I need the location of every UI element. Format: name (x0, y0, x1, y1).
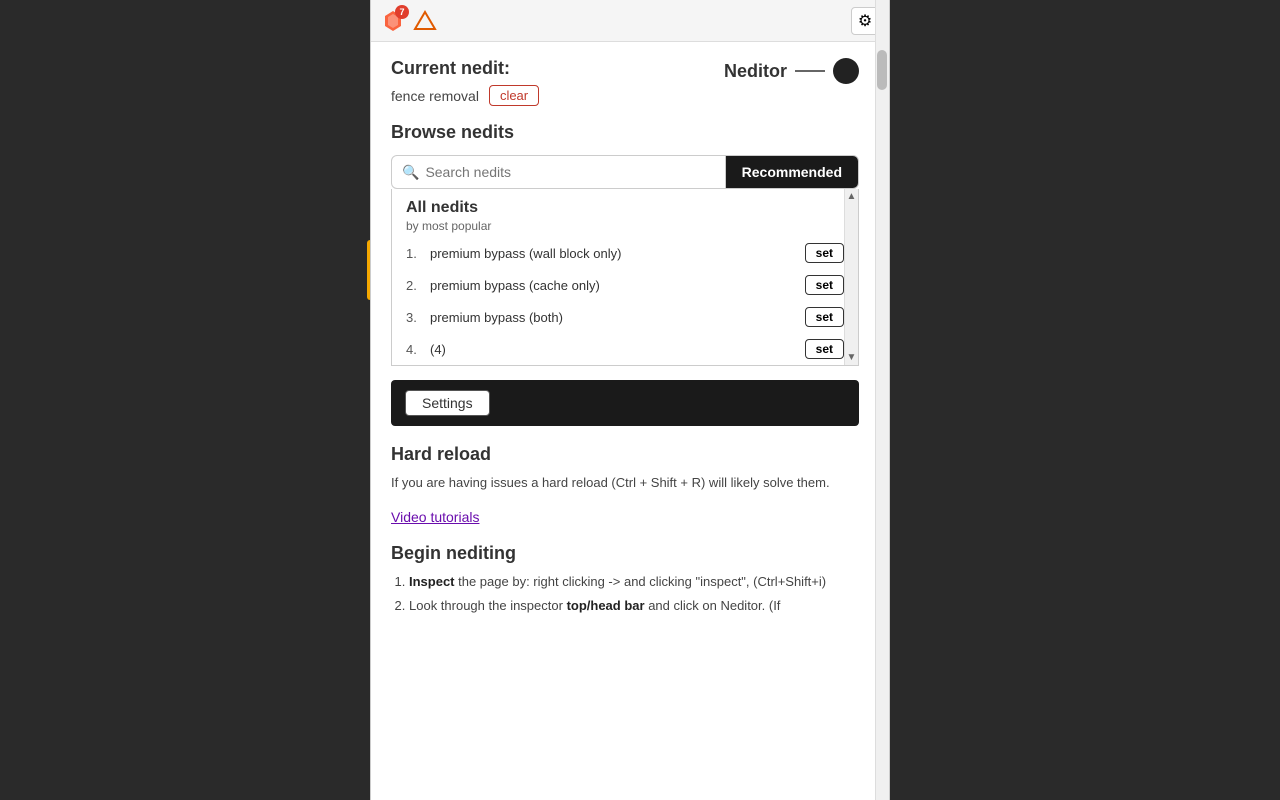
hard-reload-section: Hard reload If you are having issues a h… (391, 444, 859, 493)
item-number: 4. (406, 342, 424, 357)
set-button-0[interactable]: set (805, 243, 844, 263)
current-nedit-value: fence removal (391, 88, 479, 104)
item-number: 1. (406, 246, 424, 261)
begin-step-1: Inspect the page by: right clicking -> a… (409, 572, 859, 593)
neditor-line-icon (795, 70, 825, 72)
current-nedit-section: Current nedit: fence removal clear Nedit… (391, 58, 859, 106)
panel-scrollbar-thumb (877, 50, 887, 90)
panel-content: Current nedit: fence removal clear Nedit… (371, 42, 889, 800)
item-name: premium bypass (cache only) (430, 278, 799, 293)
neditor-text: Neditor (724, 61, 787, 82)
settings-button[interactable]: Settings (405, 390, 490, 416)
settings-section: Settings (391, 380, 859, 426)
gear-icon: ⚙ (858, 11, 872, 31)
panel-scrollbar[interactable] (875, 0, 889, 800)
set-button-2[interactable]: set (805, 307, 844, 327)
browse-section: Browse nedits 🔍 Recommended ▲ (391, 122, 859, 366)
all-nedits-title: All nedits (406, 199, 844, 217)
hard-reload-description: If you are having issues a hard reload (… (391, 473, 859, 493)
list-item: 2. premium bypass (cache only) set (392, 269, 858, 301)
item-name: (4) (430, 342, 799, 357)
browse-title: Browse nedits (391, 122, 859, 143)
begin-step-2: Look through the inspector top/head bar … (409, 596, 859, 617)
set-button-1[interactable]: set (805, 275, 844, 295)
list-area: ▲ ▼ All nedits by most popular 1. premiu… (391, 189, 859, 366)
set-button-3[interactable]: set (805, 339, 844, 359)
begin-nediting-title: Begin nediting (391, 543, 859, 564)
video-tutorials-link[interactable]: Video tutorials (391, 509, 859, 525)
recommended-button[interactable]: Recommended (726, 156, 858, 188)
search-input-wrapper: 🔍 (392, 156, 726, 188)
item-number: 2. (406, 278, 424, 293)
current-nedit-title: Current nedit: (391, 58, 539, 79)
neditor-label: Neditor (724, 58, 859, 84)
list-item: 4. (4) set (392, 333, 858, 365)
item-number: 3. (406, 310, 424, 325)
current-nedit-value-row: fence removal clear (391, 85, 539, 106)
search-area: 🔍 Recommended (391, 155, 859, 189)
list-scrollbar[interactable]: ▲ ▼ (844, 189, 858, 365)
neditor-circle-icon (833, 58, 859, 84)
list-header: All nedits by most popular (392, 189, 858, 237)
clear-button[interactable]: clear (489, 85, 539, 106)
search-input-row: 🔍 Recommended (392, 156, 858, 188)
extension-panel: 7 ⚙ Current nedit: fence removal (370, 0, 890, 800)
settings-bar: Settings (391, 380, 859, 426)
by-popular-label: by most popular (406, 219, 844, 233)
begin-nediting-list: Inspect the page by: right clicking -> a… (391, 572, 859, 618)
list-item: 1. premium bypass (wall block only) set (392, 237, 858, 269)
brave-badge: 7 (395, 5, 409, 19)
item-name: premium bypass (wall block only) (430, 246, 799, 261)
search-icon: 🔍 (402, 164, 419, 181)
begin-nediting-section: Begin nediting Inspect the page by: righ… (391, 543, 859, 618)
item-name: premium bypass (both) (430, 310, 799, 325)
search-input[interactable] (425, 156, 714, 188)
brave-icon: 7 (381, 9, 405, 33)
triangle-icon (413, 9, 437, 33)
list-item: 3. premium bypass (both) set (392, 301, 858, 333)
scrollbar-down-arrow[interactable]: ▼ (845, 350, 858, 365)
hard-reload-title: Hard reload (391, 444, 859, 465)
panel-topbar: 7 ⚙ (371, 0, 889, 42)
scrollbar-up-arrow[interactable]: ▲ (845, 189, 858, 204)
